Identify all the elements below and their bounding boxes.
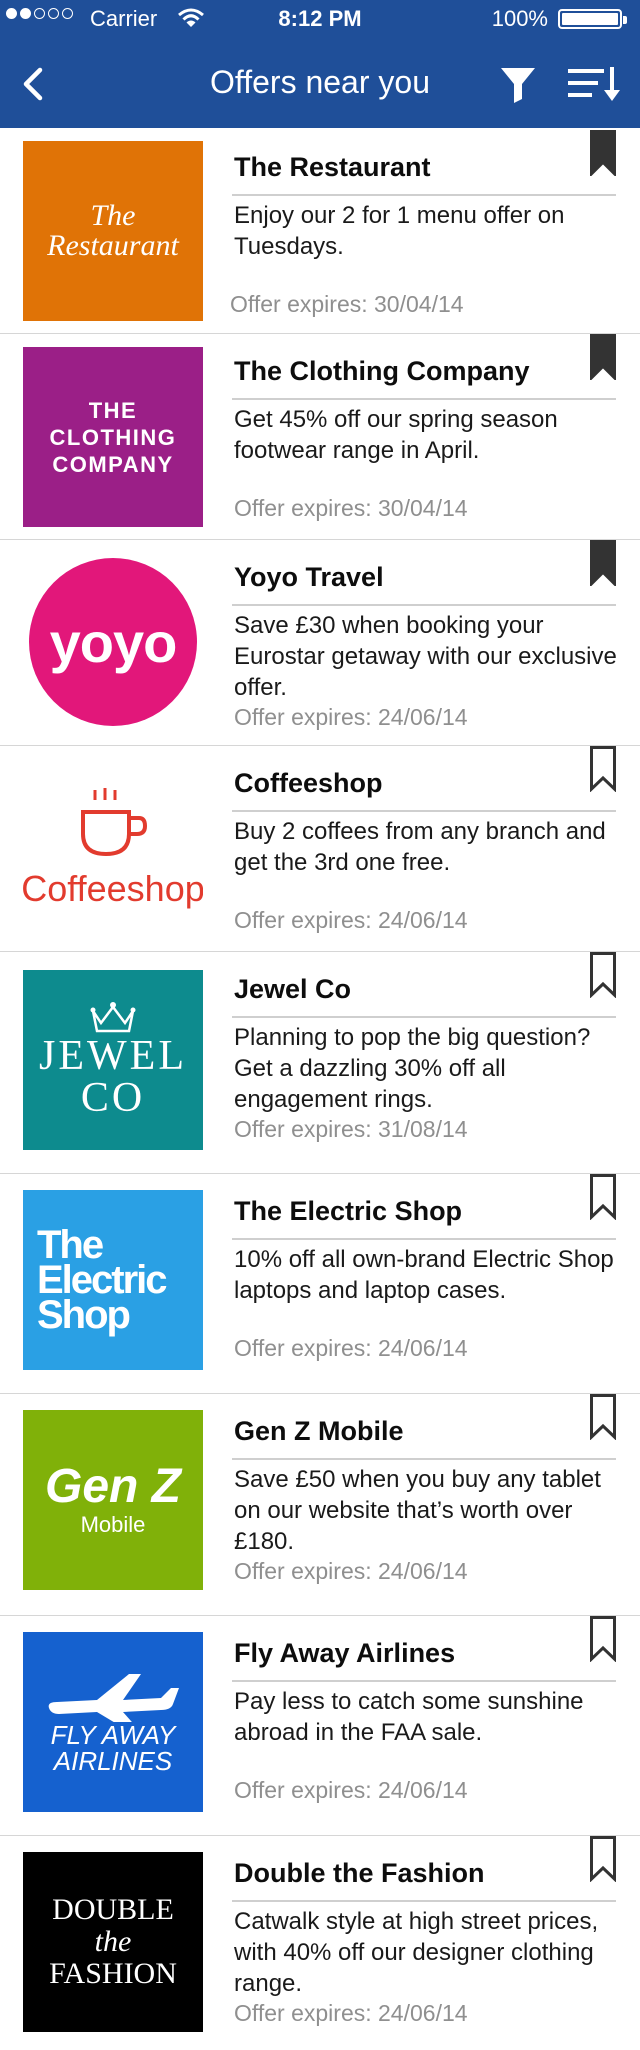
offer-company-name: The Restaurant: [234, 152, 431, 182]
offer-item[interactable]: FLY AWAY AIRLINES Fly Away Airlines Pay …: [0, 1616, 640, 1836]
offer-item[interactable]: The Electric Shop The Electric Shop 10% of…: [0, 1174, 640, 1394]
filter-icon[interactable]: [498, 64, 538, 104]
offer-item[interactable]: Gen Z Mobile Gen Z Mobile Save £50 when …: [0, 1394, 640, 1616]
offer-logo: THE CLOTHING COMPANY: [23, 347, 203, 527]
logo-text: AIRLINES: [53, 1746, 173, 1776]
offer-item[interactable]: The Restaurant The Restaurant Enjoy our 2…: [0, 128, 640, 334]
divider: [232, 194, 616, 196]
offer-logo: The Restaurant: [23, 141, 203, 321]
offer-description: Buy 2 coffees from any branch and get th…: [234, 818, 606, 876]
offer-description: Save £50 when you buy any tablet on our …: [234, 1466, 601, 1555]
offer-expiry: Offer expires: 24/06/14: [234, 2000, 468, 2026]
offer-description: Pay less to catch some sunshine abroad i…: [234, 1688, 584, 1746]
offer-company-name: Double the Fashion: [234, 1858, 485, 1888]
logo-text: Gen Z: [44, 1460, 181, 1513]
offer-description: Enjoy our 2 for 1 menu offer on Tuesdays…: [234, 202, 565, 260]
divider: [232, 1680, 616, 1682]
offer-company-name: Coffeeshop: [234, 768, 383, 798]
logo-text: FLY AWAY: [50, 1720, 176, 1750]
divider: [232, 1900, 616, 1902]
bookmark-filled-icon[interactable]: [590, 334, 616, 380]
offer-logo: JEWEL CO: [23, 970, 203, 1150]
offer-logo: FLY AWAY AIRLINES: [23, 1632, 203, 1812]
offer-logo: yoyo: [23, 552, 203, 732]
offer-company-name: The Clothing Company: [234, 356, 530, 386]
offer-item[interactable]: DOUBLE the FASHION Double the Fashion Ca…: [0, 1836, 640, 2050]
offer-expiry: Offer expires: 24/06/14: [234, 907, 468, 933]
divider: [232, 1016, 616, 1018]
status-bar: Carrier 8:12 PM 100%: [0, 0, 640, 40]
offer-logo: Coffeeshop: [23, 759, 203, 939]
logo-text: DOUBLE: [52, 1893, 174, 1926]
coffee-cup-icon: [81, 788, 148, 857]
divider: [232, 810, 616, 812]
divider: [232, 398, 616, 400]
logo-text: COMPANY: [52, 451, 174, 477]
logo-text: Mobile: [80, 1512, 146, 1537]
bookmark-outline-icon[interactable]: [590, 1394, 616, 1440]
offer-item[interactable]: JEWEL CO Jewel Co Planning to pop the bi…: [0, 952, 640, 1174]
logo-text: Shop: [37, 1292, 131, 1337]
logo-text: the: [94, 1925, 132, 1958]
divider: [232, 1458, 616, 1460]
offer-description: 10% off all own-brand Electric Shop lapt…: [234, 1246, 614, 1304]
offer-item[interactable]: Coffeeshop Coffeeshop Buy 2 coffees from…: [0, 746, 640, 952]
logo-text: Restaurant: [47, 229, 179, 262]
sort-icon[interactable]: [566, 64, 622, 104]
logo-text: FASHION: [49, 1957, 177, 1990]
offer-logo: The Electric Shop: [23, 1190, 203, 1370]
offer-company-name: Jewel Co: [234, 974, 352, 1004]
bookmark-filled-icon[interactable]: [590, 130, 616, 176]
offer-description: Save £30 when booking your Eurostar geta…: [234, 612, 617, 701]
battery-icon: [558, 9, 627, 29]
logo-text: CO: [80, 1075, 146, 1121]
crown-icon: [90, 1002, 136, 1033]
offer-expiry: Offer expires: 24/06/14: [234, 1558, 468, 1584]
bookmark-outline-icon[interactable]: [590, 952, 616, 998]
logo-text: yoyo: [29, 558, 197, 726]
offer-description: Catwalk style at high street prices, wit…: [234, 1908, 599, 1997]
logo-text: CLOTHING: [49, 424, 177, 450]
logo-text: JEWEL: [39, 1033, 187, 1079]
airplane-icon: [48, 1674, 179, 1722]
bookmark-outline-icon[interactable]: [590, 1616, 616, 1662]
bookmark-outline-icon[interactable]: [590, 1836, 616, 1882]
offer-item[interactable]: yoyo Yoyo Travel Save £30 when booking y…: [0, 540, 640, 746]
offer-description: Planning to pop the big question? Get a …: [234, 1024, 591, 1113]
bookmark-outline-icon[interactable]: [590, 746, 616, 792]
divider: [232, 1238, 616, 1240]
battery-percent: 100%: [491, 6, 548, 31]
offer-company-name: The Electric Shop: [234, 1196, 463, 1226]
offer-company-name: Yoyo Travel: [234, 562, 384, 592]
offer-expiry: Offer expires: 24/06/14: [234, 1335, 468, 1361]
offer-expiry: Offer expires: 24/06/14: [234, 1777, 468, 1803]
logo-text: The: [90, 199, 136, 232]
bookmark-outline-icon[interactable]: [590, 1174, 616, 1220]
offer-description: Get 45% off our spring season footwear r…: [234, 406, 558, 464]
divider: [232, 604, 616, 606]
offer-expiry: Offer expires: 31/08/14: [234, 1116, 468, 1142]
offer-expiry: Offer expires: 24/06/14: [234, 704, 468, 730]
offer-expiry: Offer expires: 30/04/14: [230, 291, 464, 317]
page-title: Offers near you: [210, 64, 430, 100]
offer-logo: DOUBLE the FASHION: [23, 1852, 203, 2032]
nav-bar: Offers near you: [0, 40, 640, 128]
offer-company-name: Gen Z Mobile: [234, 1416, 404, 1446]
offer-company-name: Fly Away Airlines: [234, 1638, 456, 1668]
offer-logo: Gen Z Mobile: [23, 1410, 203, 1590]
logo-text: Coffeeshop: [23, 868, 203, 909]
offer-item[interactable]: THE CLOTHING COMPANY The Clothing Company …: [0, 334, 640, 540]
logo-text: THE: [88, 397, 138, 423]
bookmark-filled-icon[interactable]: [590, 540, 616, 586]
offer-expiry: Offer expires: 30/04/14: [234, 495, 468, 521]
